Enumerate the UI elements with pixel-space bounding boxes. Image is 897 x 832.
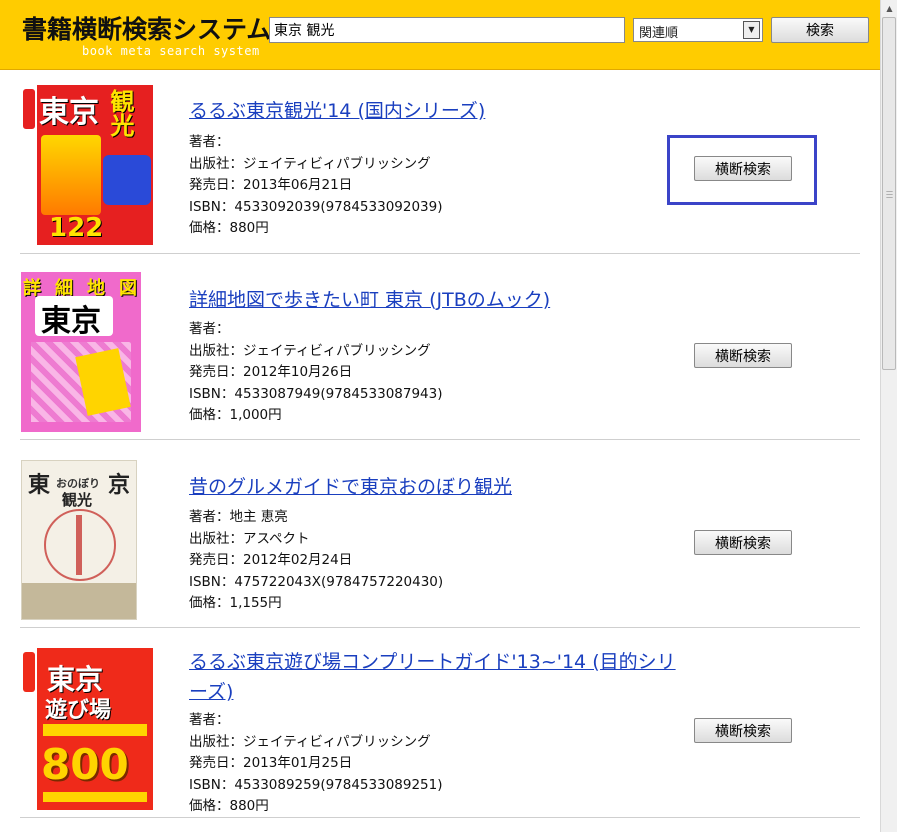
app-subtitle: book meta search system	[82, 44, 260, 58]
scroll-up-arrow-icon[interactable]: ▲	[881, 0, 897, 17]
vertical-scrollbar[interactable]: ▲ — — —	[880, 0, 897, 832]
book-cover-image[interactable]: 東 京 おのぼり 観光	[21, 460, 137, 620]
isbn-value: 475722043X(9784757220430)	[234, 573, 444, 590]
sort-select[interactable]: 関連順 ▼	[633, 18, 763, 42]
book-cover-image[interactable]: 東京 遊び場 800	[21, 648, 153, 810]
highlight-box	[667, 135, 817, 205]
cover-text: 観光	[62, 491, 93, 509]
cover-text: 京	[108, 473, 131, 498]
book-meta: 著者： 出版社：ジェイティビィパブリッシング 発売日：2013年01月25日 I…	[189, 710, 443, 818]
cross-search-button[interactable]: 横断検索	[694, 530, 792, 555]
author-label: 著者：	[189, 509, 230, 525]
cover-text: 図	[119, 278, 137, 299]
release-value: 2013年06月21日	[243, 177, 353, 193]
result-item: 東京 遊び場 800 るるぶ東京遊び場コンプリートガイド'13~'14 (目的シ…	[20, 628, 860, 818]
isbn-label: ISBN：	[189, 776, 235, 793]
author-value: 地主 恵亮	[229, 509, 288, 525]
result-item: 詳 細 地 図 東京 詳細地図で歩きたい町 東京 (JTBのムック) 著者： 出…	[20, 254, 860, 440]
price-value: 1,000円	[229, 407, 282, 423]
price-value: 1,155円	[229, 595, 282, 611]
author-label: 著者：	[189, 712, 230, 728]
release-value: 2012年10月26日	[243, 364, 353, 380]
isbn-label: ISBN：	[189, 385, 235, 402]
cover-title-text: 東京	[39, 95, 99, 130]
publisher-label: 出版社：	[189, 530, 243, 547]
price-value: 880円	[229, 220, 269, 236]
isbn-label: ISBN：	[189, 573, 235, 590]
publisher-label: 出版社：	[189, 155, 243, 172]
search-input[interactable]	[269, 17, 625, 43]
price-label: 価格：	[189, 220, 230, 236]
price-label: 価格：	[189, 798, 230, 814]
cover-number-text: 122	[49, 213, 104, 243]
release-label: 発売日：	[189, 552, 243, 568]
cover-number-text: 800	[41, 740, 129, 789]
result-item: 東 京 おのぼり 観光 昔のグルメガイドで東京おのぼり観光 著者：地主 恵亮 出…	[20, 440, 860, 628]
app-header: 書籍横断検索システム book meta search system 関連順 ▼…	[0, 0, 880, 70]
cross-search-button[interactable]: 横断検索	[694, 718, 792, 743]
cross-search-button[interactable]: 横断検索	[694, 343, 792, 368]
isbn-value: 4533087949(9784533087943)	[234, 385, 443, 402]
book-title-link[interactable]: るるぶ東京観光'14 (国内シリーズ)	[189, 96, 689, 126]
release-value: 2013年01月25日	[243, 755, 353, 771]
book-title-link[interactable]: るるぶ東京遊び場コンプリートガイド'13~'14 (目的シリーズ)	[189, 647, 689, 707]
publisher-value: アスペクト	[243, 530, 310, 547]
price-value: 880円	[229, 798, 269, 814]
publisher-value: ジェイティビィパブリッシング	[243, 733, 431, 750]
book-title-link[interactable]: 昔のグルメガイドで東京おのぼり観光	[189, 472, 689, 502]
cover-subtitle-text: 遊び場	[45, 698, 112, 723]
isbn-label: ISBN：	[189, 198, 235, 215]
book-title-link[interactable]: 詳細地図で歩きたい町 東京 (JTBのムック)	[189, 285, 689, 315]
search-button[interactable]: 検索	[771, 17, 869, 43]
price-label: 価格：	[189, 407, 230, 423]
publisher-value: ジェイティビィパブリッシング	[243, 155, 431, 172]
cover-text: 東	[28, 473, 51, 498]
price-label: 価格：	[189, 595, 230, 611]
scroll-thumb[interactable]: — — —	[882, 17, 896, 370]
isbn-value: 4533092039(9784533092039)	[234, 198, 443, 215]
release-value: 2012年02月24日	[243, 552, 353, 568]
author-label: 著者：	[189, 321, 230, 337]
isbn-value: 4533089259(9784533089251)	[234, 776, 443, 793]
book-meta: 著者： 出版社：ジェイティビィパブリッシング 発売日：2013年06月21日 I…	[189, 132, 443, 240]
chevron-down-icon[interactable]: ▼	[743, 21, 760, 39]
release-label: 発売日：	[189, 755, 243, 771]
author-label: 著者：	[189, 134, 230, 150]
release-label: 発売日：	[189, 177, 243, 193]
book-cover-image[interactable]: 東京 観光 122	[21, 85, 153, 245]
publisher-label: 出版社：	[189, 342, 243, 359]
release-label: 発売日：	[189, 364, 243, 380]
grip-icon: — — —	[886, 187, 893, 201]
cover-subtitle-text: 観光	[106, 89, 134, 137]
book-meta: 著者：地主 恵亮 出版社：アスペクト 発売日：2012年02月24日 ISBN：…	[189, 507, 443, 615]
book-meta: 著者： 出版社：ジェイティビィパブリッシング 発売日：2012年10月26日 I…	[189, 319, 443, 427]
book-cover-image[interactable]: 詳 細 地 図 東京	[21, 272, 141, 432]
publisher-label: 出版社：	[189, 733, 243, 750]
app-title: 書籍横断検索システム	[22, 15, 272, 44]
publisher-value: ジェイティビィパブリッシング	[243, 342, 431, 359]
cover-title-text: 東京	[41, 304, 101, 339]
sort-selected-label: 関連順	[639, 26, 679, 41]
